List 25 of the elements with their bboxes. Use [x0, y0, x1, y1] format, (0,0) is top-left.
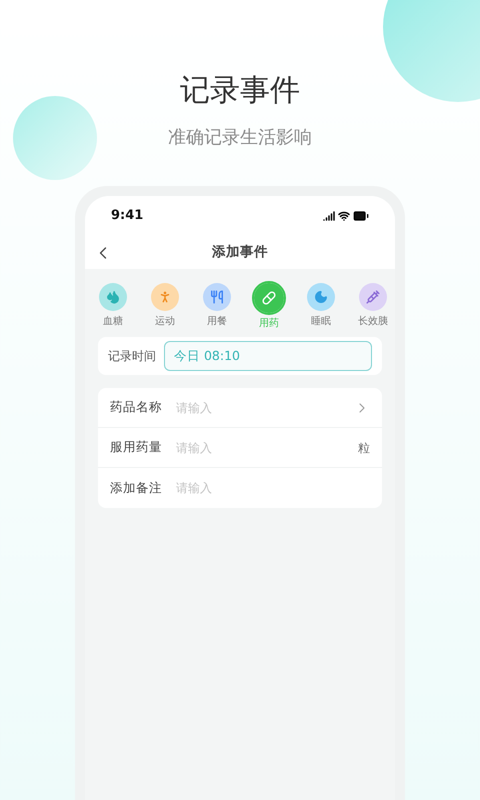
category-tab[interactable]: 用餐 — [191, 283, 243, 329]
time-picker[interactable]: 今日 08:10 — [164, 341, 372, 371]
category-tab[interactable]: 血糖 — [87, 283, 139, 329]
field-label: 添加备注 — [110, 478, 163, 497]
drops-icon — [106, 290, 120, 304]
moon-icon — [314, 290, 328, 304]
nav-title: 添加事件 — [212, 243, 268, 262]
field-label: 药品名称 — [110, 398, 163, 416]
unit-label: 粒 — [358, 440, 370, 456]
signal-icon — [323, 210, 335, 222]
pill-icon — [262, 291, 276, 305]
wifi-icon — [338, 210, 350, 222]
field-label: 服用药量 — [110, 438, 163, 456]
category-tab[interactable]: 长效胰 — [347, 283, 395, 329]
field-label: 记录时间 — [108, 348, 156, 365]
input-field[interactable]: 请输入 — [176, 479, 370, 497]
category-tab[interactable]: 运动 — [139, 283, 191, 329]
fork-knife-icon — [210, 290, 224, 304]
input-field[interactable]: 请输入 — [176, 398, 354, 416]
category-tab[interactable]: 用药 — [243, 283, 295, 329]
headline-subtitle: 准确记录生活影响 — [168, 126, 312, 150]
input-field[interactable]: 请输入 — [176, 438, 358, 456]
headline-title: 记录事件 — [180, 72, 300, 110]
category-tab[interactable]: 睡眠 — [295, 283, 347, 329]
status-time: 9:41 — [111, 207, 144, 226]
